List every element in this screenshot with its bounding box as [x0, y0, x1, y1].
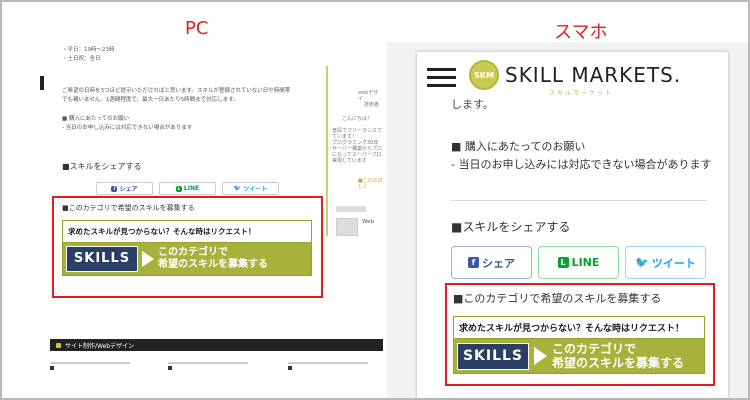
- pc-note-line: - 当日のお申し込みには対応できない場合があります: [62, 125, 193, 131]
- banner-skills-label: SKILLS: [66, 245, 138, 272]
- banner-cta-line: 希望のスキルを募集する: [158, 258, 268, 270]
- pc-intro-line: ・平日：19時〜23時: [62, 47, 115, 53]
- phone-line-share-button[interactable]: L LINE: [538, 246, 619, 279]
- line-icon: L: [557, 257, 569, 268]
- pc-sidebar-link[interactable]: ■このの詳しく: [358, 178, 383, 190]
- banner-cta-line: このカテゴリで: [552, 341, 637, 356]
- banner-arrow-icon: [534, 347, 547, 366]
- pc-recruit-title: ■このカテゴリで希望のスキルを募集する: [62, 204, 195, 212]
- folder-icon: [56, 342, 61, 348]
- pc-related-item[interactable]: Web: [336, 206, 383, 246]
- pc-facebook-share-button[interactable]: f シェア: [96, 182, 153, 195]
- pc-body-line: でも構いません。1週間程度で、最大一日あたり5時間まで対応します。: [62, 97, 239, 103]
- pc-share-title: ■スキルをシェアする: [62, 162, 142, 171]
- pc-footer-bullet: [288, 366, 292, 370]
- pc-line-share-label: LINE: [183, 185, 200, 192]
- phone-header: SKM SKILL MARKETS. スキルマーケット: [417, 52, 728, 98]
- pc-footer-bullet: [50, 366, 54, 370]
- phone-facebook-share-button[interactable]: f シェア: [451, 246, 532, 279]
- pc-twitter-share-button[interactable]: 🐦 ツイート: [222, 182, 279, 195]
- logo-subtext: スキルマーケット: [549, 90, 614, 97]
- pc-related-thumbnail: [336, 218, 358, 236]
- pc-footer-divider: [288, 362, 368, 364]
- phone-share-buttons: f シェア L LINE 🐦 ツイート: [451, 246, 706, 279]
- banner-arrow-icon: [142, 250, 154, 267]
- pc-intro-line: ・土日祝：全日: [62, 56, 101, 62]
- pc-sidebar-text: webデザイ: [358, 90, 379, 102]
- facebook-icon: f: [111, 185, 118, 192]
- phone-recruit-banner[interactable]: 求めたスキルが見つからない？そんな時はリクエスト！ SKILLS このカテゴリで…: [453, 316, 705, 374]
- phone-recruit-title: ■このカテゴリで希望のスキルを募集する: [453, 292, 662, 305]
- banner-cta-line: このカテゴリで: [158, 246, 228, 258]
- pc-footer-category: サイト制作/Webデザイン: [65, 342, 135, 350]
- pc-caption: PC: [185, 18, 209, 39]
- pc-line-share-button[interactable]: L LINE: [159, 182, 216, 195]
- pc-related-label-placeholder: [336, 206, 366, 212]
- pc-heading-bar: [40, 76, 44, 90]
- pc-screenshot: ・平日：19時〜23時 ・土日祝：全日 ご希望の日時を3つほど提示いただければと…: [38, 46, 383, 396]
- pc-footer-divider: [50, 362, 130, 364]
- twitter-icon: 🐦: [233, 185, 242, 192]
- pc-recruit-banner[interactable]: 求めたスキルが見つからない？そんな時はリクエスト！ SKILLS このカテゴリで…: [62, 220, 312, 276]
- pc-twitter-share-label: ツイート: [243, 186, 268, 193]
- comparison-frame: PC スマホ ・平日：19時〜23時 ・土日祝：全日 ご希望の日時を3つほど提示…: [0, 0, 750, 400]
- logo-badge[interactable]: SKM: [469, 60, 499, 90]
- logo-text[interactable]: SKILL MARKETS.: [505, 63, 681, 87]
- phone-share-title: ■スキルをシェアする: [451, 220, 571, 234]
- phone-screen: SKM SKILL MARKETS. スキルマーケット します。 ■ 購入にあた…: [417, 52, 728, 398]
- facebook-icon: f: [468, 257, 479, 268]
- pc-sidebar-text: 実現しています: [332, 158, 367, 164]
- pc-sidebar-text: こんにちは！: [342, 116, 373, 122]
- pc-footer-bullet: [168, 366, 172, 370]
- pc-share-buttons: f シェア L LINE 🐦 ツイート: [96, 182, 279, 195]
- phone-twitter-share-label: ツイート: [651, 256, 696, 270]
- phone-line-share-label: LINE: [571, 256, 600, 269]
- line-icon: L: [175, 185, 182, 192]
- banner-cta-line: 希望のスキルを募集する: [552, 356, 685, 371]
- phone-twitter-share-button[interactable]: 🐦 ツイート: [625, 246, 706, 279]
- phone-note-line: - 当日のお申し込みには対応できない場合があります: [451, 158, 712, 171]
- banner-cta: このカテゴリで 希望のスキルを募集する: [158, 247, 268, 271]
- pc-sidebar-text: 技術者: [364, 102, 380, 108]
- pc-related-text: Web: [362, 219, 374, 225]
- smartphone-screenshot: SKM SKILL MARKETS. スキルマーケット します。 ■ 購入にあた…: [387, 42, 748, 398]
- phone-divider: [451, 200, 707, 201]
- smartphone-caption: スマホ: [554, 22, 608, 43]
- pc-facebook-share-label: シェア: [119, 186, 138, 193]
- pc-footer-divider: [168, 362, 248, 364]
- twitter-icon: 🐦: [635, 256, 649, 269]
- banner-headline: 求めたスキルが見つからない？そんな時はリクエスト！: [63, 221, 311, 243]
- pc-body-line: ご希望の日時を3つほど提示いただければと思います。スキルが登録されていない日や時…: [62, 88, 291, 94]
- banner-headline: 求めたスキルが見つからない？そんな時はリクエスト！: [454, 317, 704, 340]
- phone-facebook-share-label: シェア: [482, 256, 515, 270]
- banner-cta: このカテゴリで 希望のスキルを募集する: [552, 342, 684, 371]
- phone-cut-text: します。: [451, 98, 494, 111]
- banner-skills-label: SKILLS: [457, 342, 529, 370]
- hamburger-menu-icon[interactable]: [427, 68, 456, 87]
- phone-note-title: ■ 購入にあたってのお願い: [451, 140, 586, 153]
- pc-note-title: ■ 購入にあたってのお願い: [62, 116, 130, 122]
- pc-footer-category-bar[interactable]: サイト制作/Webデザイン: [50, 339, 383, 351]
